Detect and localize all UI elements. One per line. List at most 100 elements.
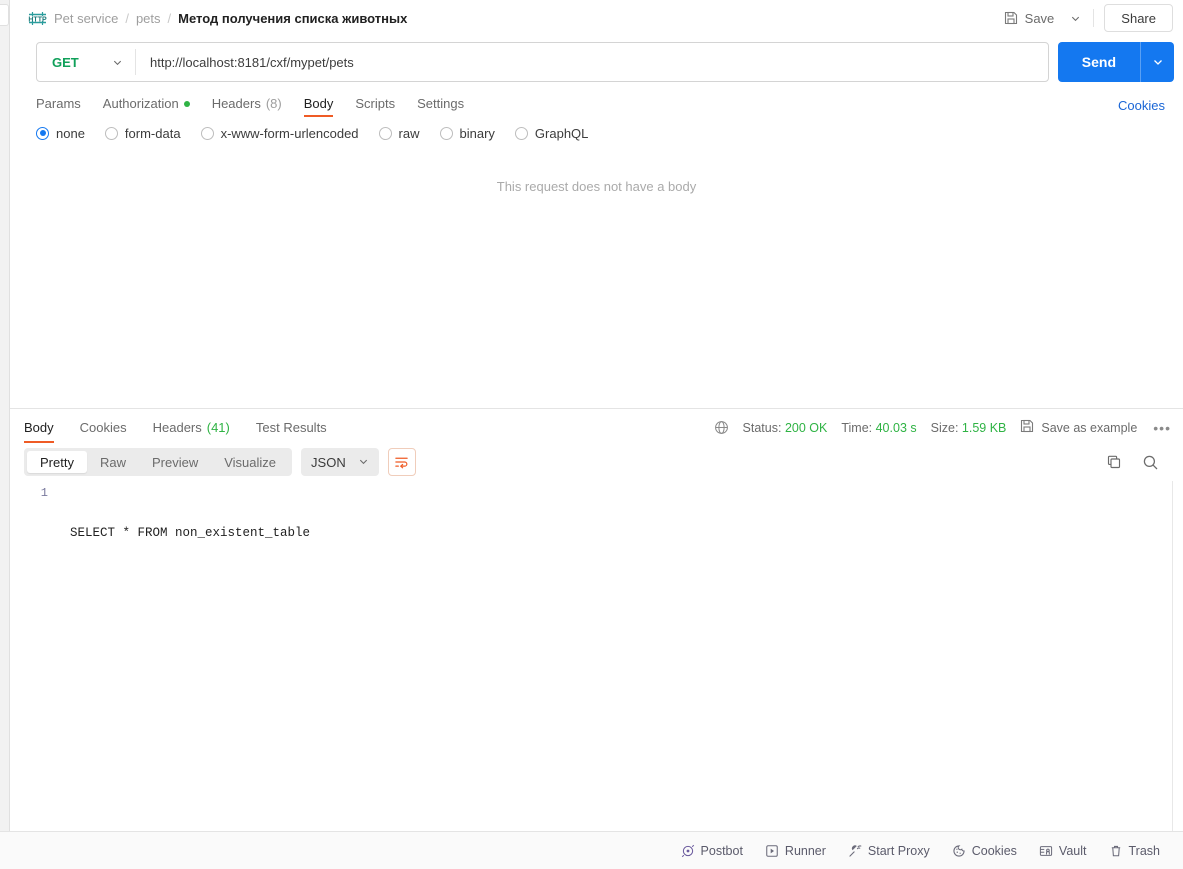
request-tab-scripts[interactable]: Scripts [344,90,406,117]
vault-lock-icon [1039,844,1053,858]
globe-icon[interactable] [714,420,729,435]
breadcrumb-folder[interactable]: pets [136,11,161,26]
copy-icon[interactable] [1106,454,1122,470]
body-type-label: none [56,126,85,141]
footer-trash-button[interactable]: Trash [1098,838,1172,864]
request-tab-headers[interactable]: Headers (8) [201,90,293,117]
url-field-group: GET [36,42,1049,82]
send-button[interactable]: Send [1058,42,1140,82]
breadcrumb-request-name[interactable]: Метод получения списка животных [178,11,407,26]
body-type-label: GraphQL [535,126,588,141]
request-body-empty-message: This request does not have a body [497,179,696,408]
footer-item-label: Vault [1059,844,1087,858]
response-code-content[interactable]: SELECT * FROM non_existent_table [58,481,1172,831]
header-divider [1093,9,1094,27]
body-type-graphql[interactable]: GraphQL [515,126,588,141]
status-label: Status: [743,421,782,435]
body-type-label: raw [399,126,420,141]
search-icon[interactable] [1142,454,1159,471]
footer-start-proxy-button[interactable]: Start Proxy [837,838,941,864]
save-options-caret[interactable] [1063,4,1087,32]
url-bar-row: GET Send [10,36,1183,88]
size-badge: Size: 1.59 KB [931,421,1007,435]
floppy-disk-icon [1004,11,1018,25]
request-tab-label: Settings [417,96,464,111]
response-format-select[interactable]: JSON [301,448,379,476]
response-view-visualize[interactable]: Visualize [211,451,289,473]
footer-postbot-button[interactable]: Postbot [670,838,754,864]
http-badge-icon: HTTP [28,11,47,26]
footer-item-label: Runner [785,844,826,858]
body-type-raw[interactable]: raw [379,126,420,141]
authorization-status-dot [184,101,190,107]
request-tab-label: Body [304,96,334,111]
response-code-scroll: 1 SELECT * FROM non_existent_table [10,481,1173,831]
footer-item-label: Postbot [701,844,743,858]
body-type-form-data[interactable]: form-data [105,126,181,141]
cookie-icon [952,844,966,858]
response-tab-test-results[interactable]: Test Results [243,411,340,443]
send-options-caret[interactable] [1140,42,1174,82]
request-tab-label: Scripts [355,96,395,111]
request-tab-authorization[interactable]: Authorization [92,90,201,117]
response-vertical-scrollbar[interactable] [1173,481,1183,831]
response-view-preview[interactable]: Preview [139,451,211,473]
breadcrumb-separator-2: / [168,11,172,26]
floppy-disk-icon [1020,419,1034,436]
body-type-none[interactable]: none [36,126,85,141]
body-type-binary[interactable]: binary [440,126,495,141]
request-tab-settings[interactable]: Settings [406,90,475,117]
ellipsis-icon[interactable]: ••• [1151,420,1173,436]
response-view-pretty[interactable]: Pretty [27,451,87,473]
footer-cookies-button[interactable]: Cookies [941,838,1028,864]
request-tab-label: Authorization [103,96,179,111]
response-tab-label: Headers [153,420,202,435]
response-format-value: JSON [311,455,346,470]
body-type-label: binary [460,126,495,141]
footer-runner-button[interactable]: Runner [754,838,837,864]
body-type-label: x-www-form-urlencoded [221,126,359,141]
breadcrumb: HTTP Pet service / pets / Метод получени… [28,11,995,26]
body-type-urlencoded[interactable]: x-www-form-urlencoded [201,126,359,141]
response-view-raw[interactable]: Raw [87,451,139,473]
breadcrumb-collection[interactable]: Pet service [54,11,118,26]
sidebar-expand-handle[interactable] [0,4,9,26]
time-badge: Time: 40.03 s [841,421,916,435]
word-wrap-icon[interactable] [388,448,416,476]
response-tab-headers[interactable]: Headers (41) [140,411,243,443]
response-tab-cookies[interactable]: Cookies [67,411,140,443]
save-button[interactable]: Save [995,4,1064,32]
header-actions: Save Share [995,4,1173,32]
time-value: 40.03 s [876,421,917,435]
method-selector[interactable]: GET [37,43,135,81]
response-view-segmented: Pretty Raw Preview Visualize [24,448,292,476]
share-button[interactable]: Share [1104,4,1173,32]
response-tab-label: Cookies [80,420,127,435]
body-type-label: form-data [125,126,181,141]
request-headers-count: (8) [266,96,282,111]
response-tab-body[interactable]: Body [24,411,67,443]
response-headers-count: (41) [207,420,230,435]
request-tabs: Params Authorization Headers (8) Body Sc… [10,88,1183,117]
trash-icon [1109,844,1123,858]
time-label: Time: [841,421,872,435]
svg-text:HTTP: HTTP [28,16,47,23]
response-body-viewer[interactable]: 1 SELECT * FROM non_existent_table [10,481,1183,831]
request-body-editor[interactable]: This request does not have a body [10,149,1183,408]
request-tab-body[interactable]: Body [293,90,345,117]
response-tabs: Body Cookies Headers (41) Test Results [10,409,1183,443]
size-value: 1.59 KB [962,421,1006,435]
radio-icon [515,127,528,140]
size-label: Size: [931,421,959,435]
save-as-example-button[interactable]: Save as example [1020,419,1137,436]
footer-vault-button[interactable]: Vault [1028,838,1098,864]
chevron-down-icon [358,455,369,470]
request-tab-params[interactable]: Params [36,90,92,117]
request-tab-label: Headers [212,96,261,111]
url-input[interactable] [136,43,1048,81]
radio-icon [36,127,49,140]
chevron-down-icon [112,57,123,68]
footer-item-label: Trash [1129,844,1161,858]
radio-icon [201,127,214,140]
request-cookies-link[interactable]: Cookies [1118,98,1165,117]
